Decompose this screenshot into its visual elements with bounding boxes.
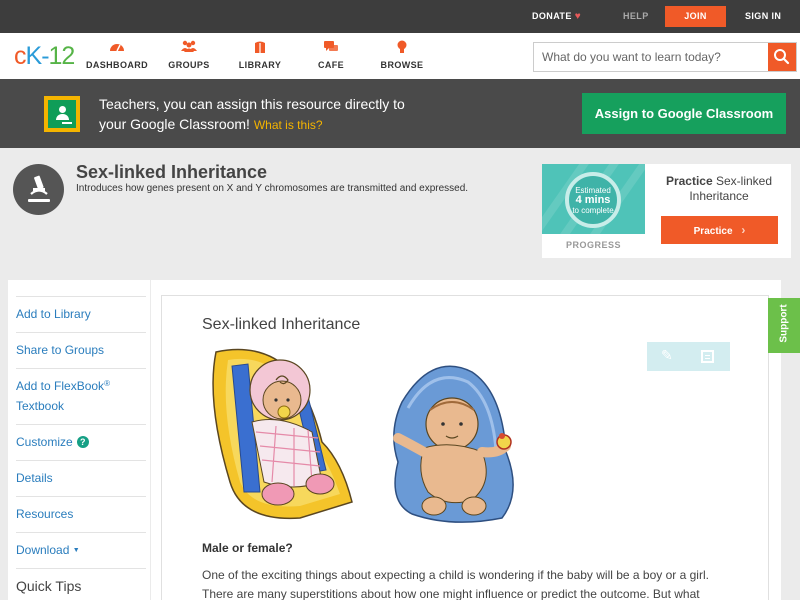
practice-button[interactable]: Practice ›	[661, 216, 778, 244]
nav-dashboard-label: DASHBOARD	[85, 60, 149, 70]
search-button[interactable]	[768, 43, 796, 71]
google-classroom-icon	[44, 96, 80, 132]
search-icon	[774, 49, 790, 65]
practice-image[interactable]: Estimated 4 mins to complete	[542, 164, 645, 234]
nav-library[interactable]: LIBRARY	[225, 40, 295, 70]
sidebar-item-customize[interactable]: Customize?	[16, 424, 146, 460]
sidebar-item-label: Textbook	[16, 399, 65, 413]
donate-label: DONATE	[532, 11, 572, 21]
sidebar-item-details[interactable]: Details	[16, 460, 146, 496]
section-subheading: Male or female?	[202, 541, 293, 555]
help-link[interactable]: HELP	[623, 11, 649, 21]
microscope-icon	[28, 175, 50, 202]
lightbulb-icon	[367, 40, 437, 56]
sidebar-item-label: Add to Library	[16, 307, 91, 321]
help-question-icon[interactable]: ?	[76, 436, 89, 448]
sidebar-item-resources[interactable]: Resources	[16, 496, 146, 532]
sidebar-item-download[interactable]: Download ▼	[16, 532, 146, 568]
assign-google-classroom-button[interactable]: Assign to Google Classroom	[582, 93, 786, 134]
heart-icon: ♥	[574, 11, 582, 22]
support-tab[interactable]: Support	[768, 298, 800, 353]
nav-browse[interactable]: BROWSE	[367, 40, 437, 70]
lesson-sidebar: Add to Library Share to Groups Add to Fl…	[8, 280, 150, 600]
babies-illustration	[212, 348, 514, 523]
content-title: Sex-linked Inheritance	[202, 316, 361, 333]
banner-line-2: your Google Classroom!	[99, 116, 250, 132]
estimated-mins: 4 mins	[575, 194, 611, 206]
what-is-this-link[interactable]: What is this?	[254, 118, 323, 132]
sidebar-item-share-to-groups[interactable]: Share to Groups	[16, 332, 146, 368]
cafe-chat-icon	[296, 40, 366, 56]
content-paragraph: One of the exciting things about expecti…	[202, 568, 709, 600]
sidebar-item-label: Details	[16, 471, 53, 485]
sidebar-item-label: Download	[16, 543, 70, 557]
to-complete-label: to complete	[572, 206, 614, 215]
nav-library-label: LIBRARY	[238, 60, 282, 70]
sidebar-item-label: Customize	[16, 435, 73, 449]
search-input[interactable]	[534, 43, 768, 71]
sidebar-quick-tips[interactable]: Quick Tips	[16, 568, 146, 600]
dashboard-icon	[82, 40, 152, 56]
practice-title: Practice Sex-linked Inheritance	[654, 174, 784, 204]
caret-down-icon: ▼	[72, 547, 80, 554]
ck12-logo[interactable]: cK-12	[14, 42, 76, 71]
banner-line-1: Teachers, you can assign this resource d…	[99, 96, 405, 112]
logo-c: c	[14, 42, 26, 70]
support-label: Support	[778, 304, 790, 343]
chevron-right-icon: ›	[741, 223, 746, 237]
practice-card: Estimated 4 mins to complete PROGRESS Pr…	[542, 164, 791, 258]
sign-in-link[interactable]: SIGN IN	[745, 11, 781, 21]
registered-mark: ®	[104, 379, 110, 388]
sidebar-item-label: Resources	[16, 507, 74, 521]
sidebar-item-label: Add to FlexBook®	[16, 379, 110, 393]
nav-cafe[interactable]: CAFE	[296, 40, 366, 70]
groups-icon	[154, 40, 224, 56]
library-icon	[225, 40, 295, 56]
practice-button-label: Practice	[693, 226, 733, 237]
pencil-icon[interactable]: ✎	[661, 347, 673, 364]
nav-groups[interactable]: GROUPS	[154, 40, 224, 70]
baby-girl-carseat-image	[212, 348, 353, 520]
nav-dashboard[interactable]: DASHBOARD	[82, 40, 152, 70]
nav-groups-label: GROUPS	[168, 60, 210, 70]
practice-word: Practice	[665, 174, 713, 188]
annotation-toolbar: ✎	[647, 342, 730, 371]
sidebar-item-label: Share to Groups	[16, 343, 105, 357]
nav-browse-label: BROWSE	[380, 60, 424, 70]
top-bar: DONATE ♥ HELP JOIN SIGN IN	[0, 0, 800, 33]
time-estimate-badge: Estimated 4 mins to complete	[565, 172, 621, 228]
baby-boy-towel-image	[393, 365, 514, 523]
lesson-title: Sex-linked Inheritance	[76, 162, 268, 182]
donate-link[interactable]: DONATE ♥	[532, 11, 581, 22]
logo-12: 12	[48, 42, 76, 70]
logo-k: K	[25, 42, 43, 70]
nav-cafe-label: CAFE	[317, 60, 345, 70]
main-nav: cK-12 DASHBOARD GROUPS LIBRARY CAFE BROW…	[0, 33, 800, 79]
banner-message: Teachers, you can assign this resource d…	[99, 94, 479, 135]
quick-tips-heading: Quick Tips	[16, 578, 82, 594]
notes-icon[interactable]	[701, 350, 714, 363]
join-button[interactable]: JOIN	[665, 6, 726, 27]
search-box	[533, 42, 797, 72]
sidebar-item-add-to-library[interactable]: Add to Library	[16, 296, 146, 332]
flexbook-label: Add to FlexBook	[16, 379, 105, 393]
lesson-icon	[13, 164, 64, 215]
sidebar-item-add-to-flexbook[interactable]: Add to FlexBook® Textbook	[16, 368, 146, 424]
progress-label: PROGRESS	[565, 240, 621, 250]
lesson-description: Introduces how genes present on X and Y …	[76, 183, 469, 194]
logo-dash: -	[41, 42, 49, 70]
